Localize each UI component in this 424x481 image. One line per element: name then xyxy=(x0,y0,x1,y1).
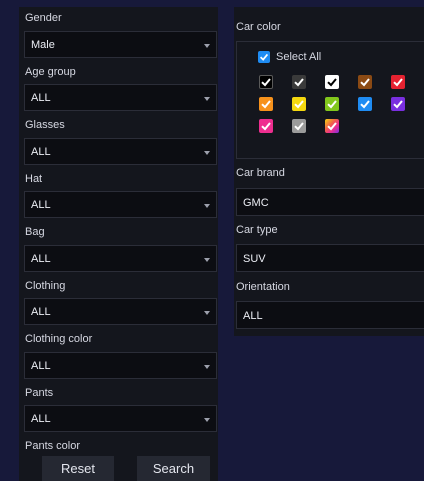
pants-select[interactable]: ALL xyxy=(24,405,217,432)
chevron-down-icon xyxy=(204,311,210,315)
swatch-green[interactable] xyxy=(325,97,339,111)
swatch-purple[interactable] xyxy=(391,97,405,111)
check-icon xyxy=(261,78,271,87)
swatch-multicolor[interactable] xyxy=(325,119,339,133)
glasses-label: Glasses xyxy=(25,119,65,131)
gender-value: Male xyxy=(31,39,55,51)
pants-label: Pants xyxy=(25,387,54,399)
check-icon xyxy=(360,78,370,87)
swatch-red[interactable] xyxy=(391,75,405,89)
check-icon xyxy=(261,100,271,109)
car-type-select[interactable]: SUV xyxy=(236,244,424,272)
bag-label: Bag xyxy=(25,226,45,238)
chevron-down-icon xyxy=(204,258,210,262)
age-group-select[interactable]: ALL xyxy=(24,84,217,111)
chevron-down-icon xyxy=(204,97,210,101)
check-icon xyxy=(294,122,304,131)
orientation-value: ALL xyxy=(243,310,263,322)
clothing-color-select[interactable]: ALL xyxy=(24,352,217,379)
gender-select[interactable]: Male xyxy=(24,31,217,58)
orientation-select[interactable]: ALL xyxy=(236,301,424,329)
swatch-orange[interactable] xyxy=(259,97,273,111)
car-brand-value: GMC xyxy=(243,197,269,209)
swatch-blue[interactable] xyxy=(358,97,372,111)
chevron-down-icon xyxy=(204,44,210,48)
swatch-yellow[interactable] xyxy=(292,97,306,111)
check-icon xyxy=(327,78,337,87)
check-icon xyxy=(327,122,337,131)
swatch-brown[interactable] xyxy=(358,75,372,89)
hat-value: ALL xyxy=(31,199,51,211)
glasses-value: ALL xyxy=(31,146,51,158)
car-type-label: Car type xyxy=(236,224,278,236)
swatch-pink[interactable] xyxy=(259,119,273,133)
check-icon xyxy=(259,53,269,61)
hat-select[interactable]: ALL xyxy=(24,191,217,218)
chevron-down-icon xyxy=(204,365,210,369)
clothing-select[interactable]: ALL xyxy=(24,298,217,325)
clothing-color-value: ALL xyxy=(31,360,51,372)
check-icon xyxy=(294,100,304,109)
bag-value: ALL xyxy=(31,253,51,265)
pants-color-label: Pants color xyxy=(25,440,81,452)
age-group-value: ALL xyxy=(31,92,51,104)
swatch-dark-gray[interactable] xyxy=(292,75,306,89)
check-icon xyxy=(294,78,304,87)
select-all-checkbox[interactable] xyxy=(258,51,270,63)
select-all-label[interactable]: Select All xyxy=(276,51,321,63)
check-icon xyxy=(393,100,403,109)
swatch-black[interactable] xyxy=(259,75,273,89)
gender-label: Gender xyxy=(25,12,62,24)
car-brand-label: Car brand xyxy=(236,167,285,179)
check-icon xyxy=(261,122,271,131)
bag-select[interactable]: ALL xyxy=(24,245,217,272)
orientation-label: Orientation xyxy=(236,281,290,293)
chevron-down-icon xyxy=(204,418,210,422)
check-icon xyxy=(393,78,403,87)
swatch-white[interactable] xyxy=(325,75,339,89)
glasses-select[interactable]: ALL xyxy=(24,138,217,165)
hat-label: Hat xyxy=(25,173,43,185)
pants-value: ALL xyxy=(31,413,51,425)
car-type-value: SUV xyxy=(243,253,266,265)
check-icon xyxy=(360,100,370,109)
clothing-color-label: Clothing color xyxy=(25,333,93,345)
check-icon xyxy=(327,100,337,109)
clothing-value: ALL xyxy=(31,306,51,318)
car-brand-select[interactable]: GMC xyxy=(236,188,424,216)
clothing-label: Clothing xyxy=(25,280,66,292)
swatch-silver[interactable] xyxy=(292,119,306,133)
search-button[interactable]: Search xyxy=(137,456,210,481)
chevron-down-icon xyxy=(204,151,210,155)
age-group-label: Age group xyxy=(25,66,76,78)
reset-button[interactable]: Reset xyxy=(42,456,114,481)
chevron-down-icon xyxy=(204,204,210,208)
car-color-label: Car color xyxy=(236,21,281,33)
